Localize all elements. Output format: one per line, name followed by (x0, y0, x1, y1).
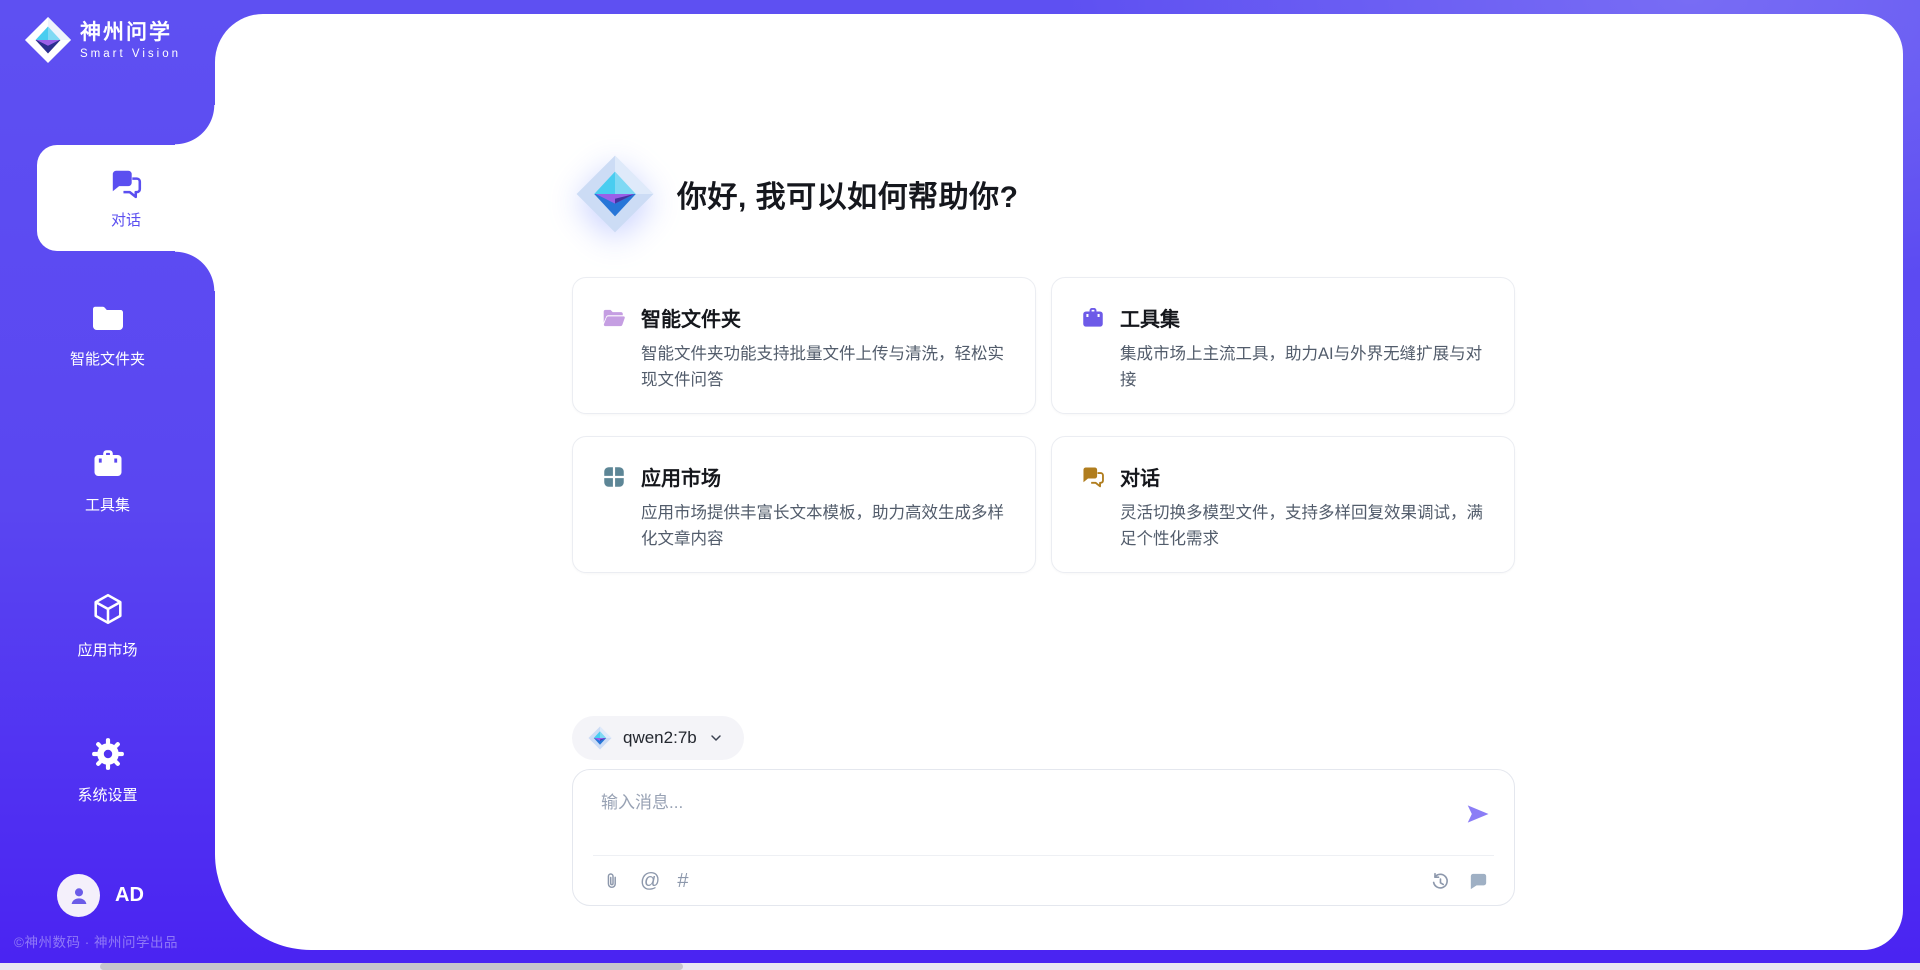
composer-right-actions (1428, 870, 1490, 893)
sidebar-item-tools[interactable]: 工具集 (0, 446, 215, 515)
card-smart-folders[interactable]: 智能文件夹 智能文件夹功能支持批量文件上传与清洗，轻松实现文件问答 (572, 277, 1036, 414)
history-icon[interactable] (1428, 870, 1451, 893)
message-icon[interactable] (1467, 870, 1490, 893)
person-icon (66, 883, 92, 909)
main-panel: 你好, 我可以如何帮助你? 智能文件夹 智能文件夹功能支持批量文件上传与清洗，轻… (215, 14, 1903, 950)
app-logo: 神州问学 Smart Vision (24, 16, 181, 64)
user-profile[interactable]: AD (57, 874, 144, 917)
sidebar-item-label: 智能文件夹 (70, 348, 145, 369)
send-button[interactable] (1464, 800, 1492, 828)
sidebar-item-chat[interactable]: 对话 (37, 145, 215, 251)
diamond-logo-icon (24, 16, 72, 64)
tab-fillet-bottom (175, 251, 215, 291)
hash-icon[interactable]: # (677, 869, 688, 893)
card-description: 应用市场提供丰富长文本模板，助力高效生成多样化文章内容 (641, 501, 1007, 552)
sidebar-item-market[interactable]: 应用市场 (0, 591, 215, 660)
attachment-icon[interactable] (601, 870, 623, 892)
feature-cards: 智能文件夹 智能文件夹功能支持批量文件上传与清洗，轻松实现文件问答 工具集 集成… (572, 277, 1515, 573)
copyright-text: ©神州数码 · 神州问学出品 (14, 931, 178, 951)
user-initials: AD (115, 884, 144, 907)
folder-icon (90, 300, 126, 336)
sidebar: 神州问学 Smart Vision 对话 智能文件夹 工具集 应用市场 系统设置… (0, 0, 215, 970)
send-icon (1464, 800, 1492, 828)
briefcase-icon (90, 446, 126, 482)
composer-divider (593, 855, 1494, 856)
composer-left-actions: @ # (601, 869, 688, 893)
brand-subtitle: Smart Vision (80, 48, 181, 60)
sidebar-item-folders[interactable]: 智能文件夹 (0, 300, 215, 369)
card-title: 应用市场 (641, 462, 721, 491)
sidebar-item-label: 应用市场 (77, 639, 137, 660)
sidebar-item-label: 对话 (111, 209, 141, 230)
diamond-logo-icon (575, 154, 655, 234)
avatar (57, 874, 100, 917)
card-app-market[interactable]: 应用市场 应用市场提供丰富长文本模板，助力高效生成多样化文章内容 (572, 436, 1036, 573)
message-input[interactable] (601, 790, 1421, 816)
card-title: 对话 (1120, 462, 1160, 491)
cube-icon (90, 591, 126, 627)
grid-icon (601, 464, 627, 490)
diamond-logo-icon (588, 726, 612, 750)
folder-open-icon (601, 305, 627, 331)
tab-fillet-top (175, 105, 215, 145)
sidebar-item-label: 工具集 (85, 494, 130, 515)
sidebar-item-label: 系统设置 (77, 784, 137, 805)
card-title: 智能文件夹 (641, 303, 741, 332)
horizontal-scrollbar-thumb[interactable] (100, 963, 683, 970)
chevron-down-icon (708, 730, 724, 746)
model-selector[interactable]: qwen2:7b (572, 716, 744, 760)
greeting-title: 你好, 我可以如何帮助你? (677, 172, 1019, 216)
chat-bubbles-icon (108, 166, 144, 202)
brand-name: 神州问学 (80, 20, 181, 45)
mention-icon[interactable]: @ (640, 869, 660, 893)
model-name: qwen2:7b (623, 728, 697, 748)
card-description: 灵活切换多模型文件，支持多样回复效果调试，满足个性化需求 (1120, 501, 1486, 552)
chat-bubbles-icon (1080, 464, 1106, 490)
gear-icon (90, 736, 126, 772)
sidebar-item-settings[interactable]: 系统设置 (0, 736, 215, 805)
card-description: 集成市场上主流工具，助力AI与外界无缝扩展与对接 (1120, 342, 1486, 393)
greeting: 你好, 我可以如何帮助你? (575, 154, 1019, 234)
briefcase-icon (1080, 305, 1106, 331)
card-description: 智能文件夹功能支持批量文件上传与清洗，轻松实现文件问答 (641, 342, 1007, 393)
card-chat[interactable]: 对话 灵活切换多模型文件，支持多样回复效果调试，满足个性化需求 (1051, 436, 1515, 573)
card-title: 工具集 (1120, 303, 1180, 332)
card-toolset[interactable]: 工具集 集成市场上主流工具，助力AI与外界无缝扩展与对接 (1051, 277, 1515, 414)
message-composer: @ # (572, 769, 1515, 906)
